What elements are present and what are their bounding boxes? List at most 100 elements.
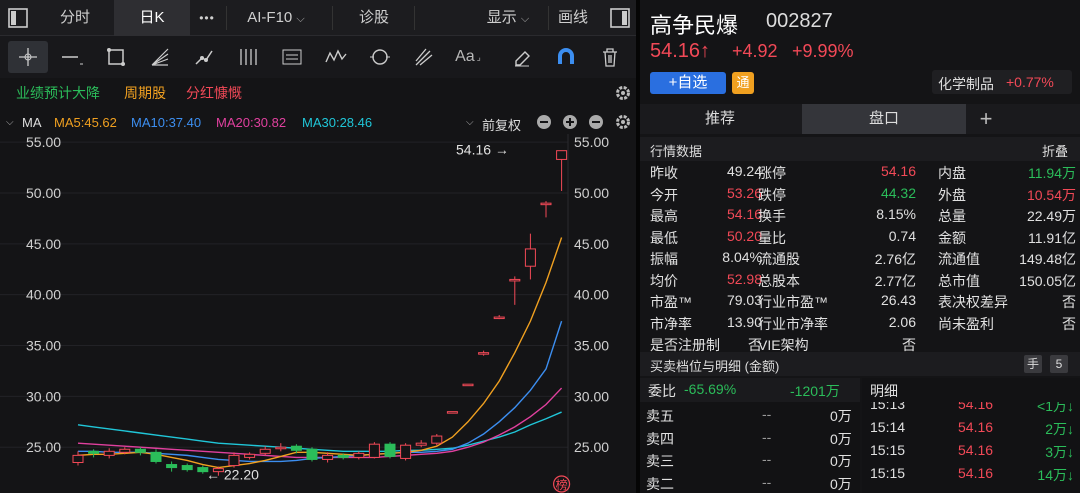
tab-intraday[interactable]: 分时 bbox=[40, 0, 110, 36]
vertical-lines-icon[interactable] bbox=[228, 41, 268, 73]
tick-time: 15:14 bbox=[870, 419, 906, 435]
add-tab-icon[interactable]: + bbox=[966, 104, 1006, 134]
stock-info-panel: 高争民爆 002827 54.16↑ +4.92 +9.99% +自选 通 化学… bbox=[640, 0, 1080, 493]
tag-item[interactable]: 周期股 bbox=[124, 83, 166, 103]
close-circle-icon[interactable] bbox=[588, 114, 604, 133]
fan-tool-icon[interactable] bbox=[140, 41, 180, 73]
kline-chart[interactable]: 55.00 55.00 50.00 50.00 45.00 45.00 40.00 40.00… bbox=[0, 134, 636, 493]
collapse-button[interactable]: 折叠 bbox=[1042, 141, 1068, 160]
plus-circle-icon[interactable] bbox=[562, 114, 578, 133]
cycle-tool-icon[interactable] bbox=[360, 41, 400, 73]
sell-level-amount: 0万 bbox=[830, 453, 852, 469]
display-dropdown[interactable]: 显示 ⌵ bbox=[472, 0, 544, 36]
tong-badge[interactable]: 通 bbox=[732, 72, 754, 94]
tag-item[interactable]: 分红慷慨 bbox=[186, 83, 242, 103]
ma30-value: MA30:28.46 bbox=[302, 115, 373, 130]
pitchfork-icon[interactable] bbox=[404, 41, 444, 73]
tag-item[interactable]: 业绩预计大降 bbox=[16, 83, 100, 103]
candle-body bbox=[322, 454, 334, 460]
text-tool-icon[interactable]: Aa ⌟ bbox=[448, 41, 488, 73]
sidebar-toggle-icon[interactable] bbox=[0, 0, 36, 36]
candle-body bbox=[462, 383, 474, 387]
quote-label: 总量 bbox=[938, 208, 966, 224]
magnet-icon[interactable] bbox=[546, 41, 586, 73]
eraser-icon[interactable] bbox=[502, 41, 542, 73]
stock-tags: 业绩预计大降 周期股 分红慷慨 bbox=[0, 78, 636, 108]
tick-time: 15:15 bbox=[870, 442, 906, 458]
low-price-label: ← 22.20 bbox=[206, 467, 259, 483]
order-book: 委比 -65.69% -1201万 卖五 -- 0万 卖四 -- 0万 卖三 -- 0万 卖二 --… bbox=[640, 378, 860, 493]
quote-label: 市盈™ bbox=[650, 294, 692, 310]
crosshair-icon[interactable] bbox=[8, 41, 48, 73]
tick-price: 54.16 bbox=[958, 402, 994, 412]
quote-value: 否 bbox=[1062, 315, 1076, 332]
quote-label: 流通股 bbox=[758, 251, 800, 267]
quote-label: 内盘 bbox=[938, 165, 966, 181]
quote-label: 尚未盈利 bbox=[938, 315, 994, 332]
settings-gear-icon[interactable] bbox=[614, 84, 632, 107]
tab-daily-k[interactable]: 日K bbox=[114, 0, 190, 36]
rect-tool-icon[interactable] bbox=[96, 41, 136, 73]
candle-body bbox=[540, 202, 552, 206]
y-tick-label-left: 30.00 bbox=[26, 388, 61, 404]
depth-toggle[interactable]: 5 bbox=[1050, 355, 1068, 373]
panel-collapse-icon[interactable] bbox=[604, 0, 636, 36]
quote-value: 54.16 bbox=[726, 206, 762, 222]
stock-name: 高争民爆 bbox=[650, 13, 739, 38]
text-box-icon[interactable] bbox=[272, 41, 312, 73]
wave-tool-icon[interactable] bbox=[316, 41, 356, 73]
path-tool-icon[interactable] bbox=[184, 41, 224, 73]
rank-badge-label: 榜 bbox=[556, 477, 568, 492]
sell-level-label: 卖二 bbox=[646, 475, 674, 492]
quote-label: 行业市净率 bbox=[758, 315, 828, 332]
add-watchlist-button[interactable]: +自选 bbox=[650, 72, 726, 94]
drawing-toolbar: Aa ⌟ bbox=[0, 36, 636, 78]
quote-value: 2.77亿 bbox=[874, 272, 916, 289]
tick-time: 15:15 bbox=[870, 465, 906, 481]
minus-circle-icon[interactable] bbox=[536, 114, 552, 133]
tab-recommend[interactable]: 推荐 bbox=[640, 104, 800, 134]
quote-value: 否 bbox=[1062, 294, 1076, 310]
industry-chip[interactable]: 化学制品 +0.77% bbox=[932, 70, 1072, 94]
quote-value: 11.91亿 bbox=[1028, 229, 1076, 246]
tab-ai-f10[interactable]: AI-F10 ⌵ bbox=[236, 0, 316, 36]
price-change: +4.92 bbox=[732, 41, 778, 61]
candle-body bbox=[103, 450, 115, 456]
candle-body bbox=[228, 454, 240, 467]
y-tick-label-left: 25.00 bbox=[26, 439, 61, 455]
sell-level-amount: 0万 bbox=[830, 475, 852, 492]
tick-list[interactable]: 15:13 54.16 <1万↓ 15:14 54.16 2万↓ 15:15 54.16 3万↓… bbox=[862, 402, 1080, 493]
candle-body bbox=[493, 316, 505, 320]
sell-level-price: -- bbox=[762, 451, 772, 467]
draw-line-button[interactable]: 画线 bbox=[550, 0, 596, 36]
trash-icon[interactable] bbox=[590, 41, 630, 73]
tick-price: 54.16 bbox=[958, 465, 994, 481]
candle-body bbox=[384, 443, 396, 457]
app: 分时 日K ••• AI-F10 ⌵ 诊股 显示 ⌵ 画线 Aa ⌟ 业绩预计大降… bbox=[0, 0, 1080, 493]
right-tabs: 推荐 盘口 + bbox=[640, 104, 1080, 134]
hand-toggle[interactable]: 手 bbox=[1024, 355, 1042, 373]
chevron-down-icon[interactable]: ⌵ bbox=[466, 117, 474, 128]
ma-settings-gear-icon[interactable] bbox=[614, 113, 632, 134]
candle-body bbox=[509, 278, 521, 282]
display-label: 显示 bbox=[486, 9, 517, 26]
sell-level-price: -- bbox=[762, 406, 772, 422]
quote-label: 涨停 bbox=[758, 165, 786, 181]
tick-price: 54.16 bbox=[958, 442, 994, 458]
tab-orderbook[interactable]: 盘口 bbox=[802, 104, 966, 134]
chevron-down-icon[interactable]: ⌵ bbox=[6, 117, 14, 128]
quote-label: 外盘 bbox=[938, 186, 966, 203]
candle-body bbox=[290, 445, 302, 451]
quote-value: 11.94万 bbox=[1028, 165, 1076, 181]
adjust-mode-select[interactable]: 前复权 bbox=[482, 115, 521, 134]
industry-change: +0.77% bbox=[1006, 74, 1054, 90]
line-tool-icon[interactable] bbox=[52, 41, 92, 73]
chevron-down-icon: ⌵ bbox=[520, 13, 530, 25]
ma5-value: MA5:45.62 bbox=[54, 115, 117, 130]
quote-value: 53.26 bbox=[726, 184, 762, 201]
y-tick-label-right: 40.00 bbox=[574, 287, 609, 303]
sell-level-label: 卖五 bbox=[646, 408, 674, 424]
quote-label: 昨收 bbox=[650, 165, 678, 181]
tab-diagnose[interactable]: 诊股 bbox=[342, 0, 406, 36]
more-icon[interactable]: ••• bbox=[190, 0, 224, 36]
